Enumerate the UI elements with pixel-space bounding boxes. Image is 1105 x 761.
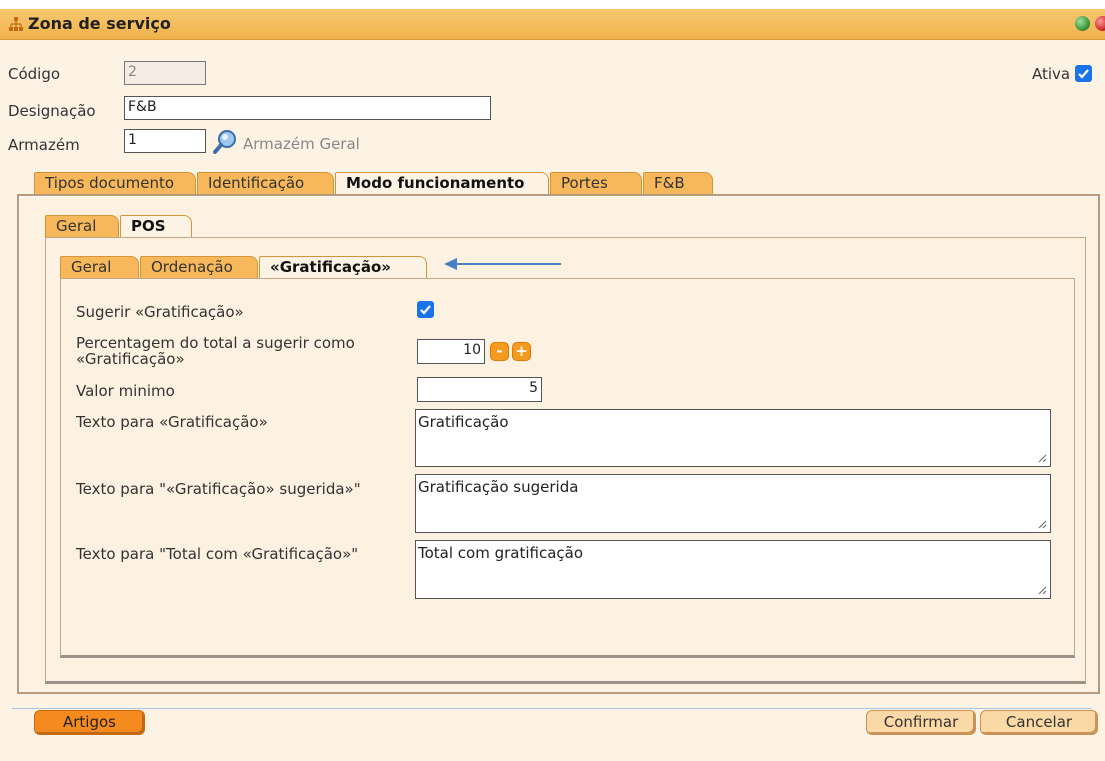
sugerir-label: Sugerir «Gratificação» [76, 303, 244, 321]
texto-sugerida-label: Texto para "«Gratificação» sugerida»" [76, 480, 361, 498]
percentagem-label-2: «Gratificação» [76, 350, 185, 368]
texto-textarea[interactable]: Gratificação [415, 409, 1051, 467]
decrement-button[interactable]: - [490, 342, 509, 361]
armazem-label: Armazém [8, 136, 80, 154]
tab-portes[interactable]: Portes [550, 172, 642, 195]
designacao-field[interactable]: F&B [124, 96, 491, 120]
window-title: Zona de serviço [28, 14, 171, 33]
texto-sugerida-textarea[interactable]: Gratificação sugerida [415, 474, 1051, 533]
resize-grip-icon[interactable] [1037, 585, 1047, 595]
valor-minimo-label: Valor minimo [76, 382, 175, 400]
ativa-label: Ativa [1032, 65, 1071, 83]
network-icon [9, 17, 23, 31]
texto-total-value: Total com gratificação [418, 544, 584, 562]
resize-grip-icon[interactable] [1037, 453, 1047, 463]
tab-modo-funcionamento[interactable]: Modo funcionamento [335, 172, 549, 195]
codigo-field[interactable]: 2 [124, 61, 206, 85]
sugerir-checkbox[interactable] [417, 301, 434, 318]
armazem-field[interactable]: 1 [124, 129, 206, 153]
texto-total-label: Texto para "Total com «Gratificação»" [76, 545, 359, 563]
tab-geral[interactable]: Geral [45, 215, 119, 238]
increment-button[interactable]: + [512, 342, 531, 361]
tab-tipos-documento[interactable]: Tipos documento [34, 172, 196, 195]
tab-pos[interactable]: POS [120, 215, 192, 238]
codigo-label: Código [8, 65, 61, 83]
tab-gratificacao[interactable]: «Gratificação» [259, 256, 427, 279]
resize-grip-icon[interactable] [1037, 519, 1047, 529]
checkbox-check-icon [420, 305, 431, 315]
texto-label: Texto para «Gratificação» [76, 413, 268, 431]
cancelar-button[interactable]: Cancelar [980, 710, 1098, 735]
footer-divider [12, 708, 1092, 709]
form-window: Código 2 Ativa Designação F&B Armazém 1 … [0, 40, 1105, 761]
arrow-left-icon [444, 258, 561, 270]
checkbox-check-icon [1078, 69, 1089, 79]
confirmar-button[interactable]: Confirmar [866, 710, 976, 735]
artigos-button[interactable]: Artigos [34, 710, 145, 735]
tab-identificacao[interactable]: Identificação [197, 172, 334, 195]
magnifier-icon[interactable] [212, 129, 238, 155]
tab-ordenacao[interactable]: Ordenação [140, 256, 258, 279]
ativa-checkbox[interactable] [1075, 65, 1092, 82]
designacao-label: Designação [8, 102, 96, 120]
close-button[interactable] [1095, 16, 1105, 31]
armazem-name: Armazém Geral [243, 135, 360, 153]
maximize-button[interactable] [1075, 16, 1090, 31]
percentagem-input[interactable]: 10 [417, 339, 485, 364]
tab-fb[interactable]: F&B [643, 172, 713, 195]
texto-value: Gratificação [418, 413, 509, 431]
texto-total-textarea[interactable]: Total com gratificação [415, 540, 1051, 599]
title-bar: Zona de serviço [0, 9, 1105, 40]
valor-minimo-input[interactable]: 5 [417, 377, 542, 402]
texto-sugerida-value: Gratificação sugerida [418, 478, 579, 496]
tab-pos-geral[interactable]: Geral [60, 256, 139, 279]
